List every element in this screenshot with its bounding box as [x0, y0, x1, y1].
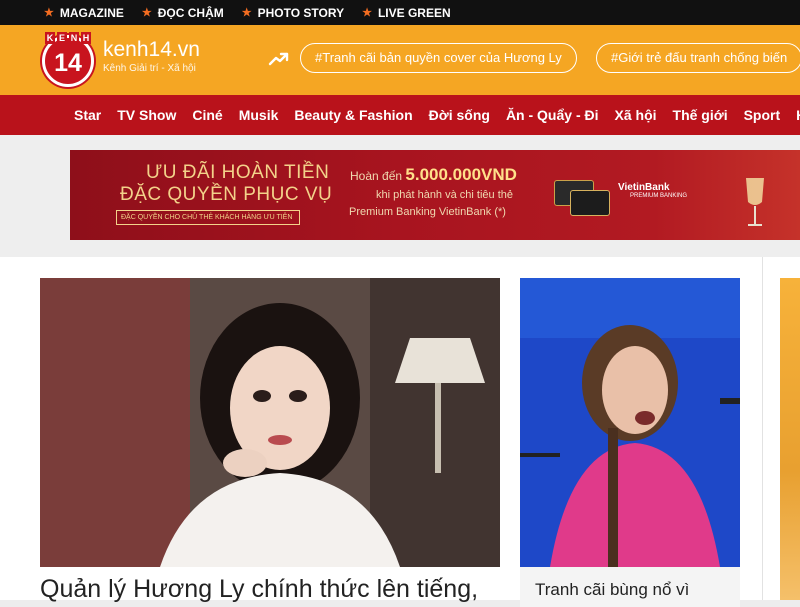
bank-logo: VietinBank PREMIUM BANKING: [618, 182, 687, 199]
ad-area: ƯU ĐÃI HOÀN TIỀN ĐẶC QUYỀN PHỤC VỤ ĐẶC Q…: [0, 135, 800, 257]
nav-item-sport[interactable]: Sport: [744, 107, 781, 123]
logo-letters: K E N H: [45, 32, 91, 44]
logo-letter: H: [81, 32, 91, 44]
logo-letter: N: [69, 32, 79, 44]
main-article-image[interactable]: [40, 278, 500, 567]
ad-text-line: khi phát hành và chi tiêu thẻ: [376, 189, 513, 201]
brand-name[interactable]: kenh14.vn: [103, 38, 200, 62]
next-article-image[interactable]: [780, 278, 800, 600]
ad-headline: ƯU ĐÃI HOÀN TIỀN: [146, 162, 330, 183]
nav-item-doi-song[interactable]: Đời sống: [429, 107, 490, 123]
star-icon: ★: [362, 7, 372, 19]
side-article-title[interactable]: Tranh cãi bùng nổ vì: [535, 580, 689, 600]
hashtag-link[interactable]: #Tranh cãi bản quyền cover của Hương Ly: [300, 43, 577, 73]
trending-icon: [268, 52, 289, 66]
logo-letter: K: [45, 32, 55, 44]
top-bar: ★ MAGAZINE ★ ĐỌC CHẬM ★ PHOTO STORY ★ LIVE G…: [0, 0, 800, 25]
bank-subtitle: PREMIUM BANKING: [630, 193, 688, 199]
nav-item-xa-hoi[interactable]: Xã hội: [615, 107, 657, 123]
ad-banner[interactable]: ƯU ĐÃI HOÀN TIỀN ĐẶC QUYỀN PHỤC VỤ ĐẶC Q…: [70, 150, 800, 240]
nav-item-star[interactable]: Star: [74, 107, 101, 123]
ad-text-line: Premium Banking VietinBank (*): [349, 206, 506, 218]
side-article-image[interactable]: [520, 278, 740, 567]
star-icon: ★: [44, 7, 54, 19]
star-icon: ★: [241, 7, 252, 19]
ad-headline: ĐẶC QUYỀN PHỤC VỤ: [120, 184, 333, 205]
nav-item-cine[interactable]: Ciné: [192, 107, 222, 123]
topbar-link-doc-cham[interactable]: ★ ĐỌC CHẬM: [142, 6, 224, 20]
nav-item-beauty-fashion[interactable]: Beauty & Fashion: [294, 107, 412, 123]
card-image: [570, 190, 610, 216]
topbar-link-live-green[interactable]: ★ LIVE GREEN: [362, 6, 451, 20]
nav-item-the-gioi[interactable]: Thế giới: [673, 107, 728, 123]
speaker-photo-image: [520, 278, 740, 567]
brand-subtitle: Kênh Giải trí - Xã hội: [103, 63, 196, 74]
site-header: K E N H 14 kenh14.vn Kênh Giải trí - Xã …: [0, 25, 800, 95]
main-nav: Star TV Show Ciné Musik Beauty & Fashion…: [0, 95, 800, 135]
portrait-photo-image: [40, 278, 500, 567]
topbar-link-magazine[interactable]: ★ MAGAZINE: [44, 6, 124, 20]
content-area: Quản lý Hương Ly chính thức lên tiếng, T…: [0, 257, 800, 607]
ad-tagline: ĐẶC QUYỀN CHO CHỦ THẺ KHÁCH HÀNG ƯU TIÊN: [116, 210, 300, 225]
ad-refund-prefix: Hoàn đến: [350, 169, 403, 183]
topbar-link-photo-story[interactable]: ★ PHOTO STORY: [242, 6, 344, 20]
nav-item-an-quay-di[interactable]: Ăn - Quẩy - Đi: [506, 107, 599, 123]
logo-letter: E: [57, 32, 67, 44]
logo-number: 14: [54, 49, 82, 77]
star-icon: ★: [141, 7, 152, 19]
site-logo[interactable]: K E N H 14: [41, 32, 95, 88]
hashtag-link[interactable]: #Giới trẻ đấu tranh chống biến: [596, 43, 800, 73]
nav-item-tv-show[interactable]: TV Show: [117, 107, 176, 123]
champagne-glass-icon: [746, 178, 764, 226]
nav-item-musik[interactable]: Musik: [239, 107, 279, 123]
nav-item-more[interactable]: H: [796, 107, 800, 123]
bank-name: VietinBank: [618, 182, 670, 193]
ad-refund-line: Hoàn đến 5.000.000VND: [350, 165, 517, 185]
ad-refund-amount: 5.000.000VND: [405, 165, 517, 184]
divider: [762, 257, 763, 600]
